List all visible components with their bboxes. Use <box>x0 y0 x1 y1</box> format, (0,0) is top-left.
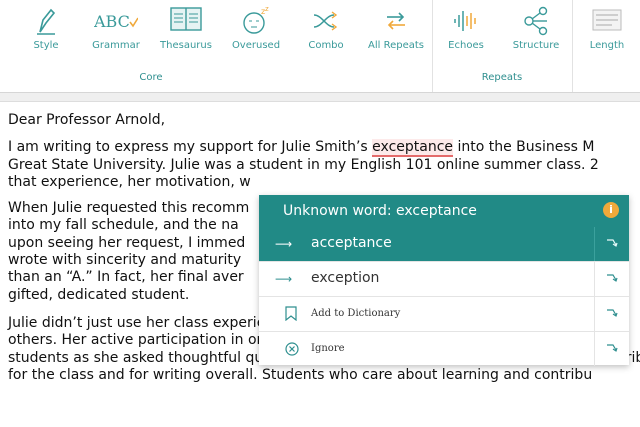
arrow-right-icon: ⟶ <box>275 237 293 251</box>
tool-length-label: Length <box>589 40 625 51</box>
tool-overused[interactable]: zz Overused <box>228 0 284 60</box>
p2-line: than an “A.” In fact, her final aver <box>8 269 244 286</box>
tool-grammar[interactable]: ABC Grammar <box>88 0 144 60</box>
book-icon <box>169 6 203 35</box>
tool-combo[interactable]: Combo <box>298 0 354 60</box>
salutation: Dear Professor Arnold, <box>8 112 166 128</box>
ignore-label: Ignore <box>311 343 345 354</box>
tool-overused-label: Overused <box>231 40 281 51</box>
group-divider <box>432 0 433 92</box>
pencil-icon <box>34 6 58 39</box>
apply-all-button[interactable] <box>594 227 629 261</box>
popup-title: Unknown word: exceptance <box>283 203 477 219</box>
popup-header: Unknown word: exceptance i <box>259 195 629 227</box>
tool-combo-label: Combo <box>308 40 344 51</box>
group-label-core: Core <box>139 72 163 83</box>
replace-arrow-icon <box>607 309 618 317</box>
p1-line1-after: into the Business M <box>453 139 595 156</box>
repeat-icon <box>383 8 409 37</box>
ruler-band <box>0 93 640 102</box>
replace-arrow-icon <box>607 239 618 247</box>
tool-all-repeats-label: All Repeats <box>368 40 424 51</box>
tool-grammar-label: Grammar <box>92 40 140 51</box>
spelling-popup: Unknown word: exceptance i ⟶ acceptance … <box>259 195 629 366</box>
tool-length[interactable]: Length <box>584 0 630 60</box>
suggestion-exception[interactable]: ⟶ exception <box>259 262 629 297</box>
apply-all-button[interactable] <box>594 297 629 331</box>
ruler-icon <box>592 7 622 36</box>
tool-all-repeats[interactable]: All Repeats <box>366 0 426 60</box>
svg-text:ABC: ABC <box>94 12 130 31</box>
tool-structure-label: Structure <box>512 40 560 51</box>
suggestion-acceptance[interactable]: ⟶ acceptance <box>259 227 629 262</box>
p1-line2: Great State University. Julie was a stud… <box>8 156 599 173</box>
suggestion-word: exception <box>311 270 380 286</box>
paragraph-1: I am writing to express my support for J… <box>8 139 640 191</box>
group-divider <box>572 0 573 92</box>
toolbar: Style ABC Grammar Thesaurus zz Overused … <box>0 0 640 93</box>
svg-text:z: z <box>265 6 269 13</box>
abc-check-icon: ABC <box>93 10 139 35</box>
sleepy-face-icon: zz <box>241 5 271 39</box>
p2-line: gifted, dedicated student. <box>8 286 190 303</box>
soundwave-icon <box>452 9 480 36</box>
info-icon[interactable]: i <box>603 202 619 218</box>
close-circle-icon <box>285 341 299 360</box>
structure-icon <box>521 6 551 39</box>
tool-echoes-label: Echoes <box>448 40 484 51</box>
p1-line1-before: I am writing to express my support for J… <box>8 139 373 156</box>
p1-line3: that experience, her motivation, w <box>8 173 251 190</box>
apply-all-button[interactable] <box>594 332 629 366</box>
tool-echoes[interactable]: Echoes <box>438 0 494 60</box>
add-to-dictionary[interactable]: Add to Dictionary <box>259 297 629 332</box>
bookmark-icon <box>285 306 297 325</box>
tool-thesaurus-label: Thesaurus <box>160 40 212 51</box>
misspelled-word[interactable]: exceptance <box>372 139 454 158</box>
group-label-repeats: Repeats <box>481 72 523 83</box>
suggestion-word: acceptance <box>311 235 392 251</box>
p2-line: When Julie requested this recomm <box>8 200 250 217</box>
tool-thesaurus[interactable]: Thesaurus <box>158 0 214 60</box>
replace-arrow-icon <box>607 344 618 352</box>
shuffle-icon <box>312 10 340 35</box>
tool-style[interactable]: Style <box>18 0 74 60</box>
ignore[interactable]: Ignore <box>259 332 629 366</box>
replace-arrow-icon <box>607 274 618 282</box>
add-to-dictionary-label: Add to Dictionary <box>311 308 401 319</box>
arrow-right-icon: ⟶ <box>275 272 293 286</box>
tool-structure[interactable]: Structure <box>508 0 564 60</box>
tool-style-label: Style <box>33 40 59 51</box>
p3-line: for the class and for writing overall. S… <box>8 366 593 383</box>
p2-line: wrote with sincerity and maturity <box>8 252 242 269</box>
p2-line: upon seeing her request, I immed <box>8 234 246 251</box>
p2-line: into my fall schedule, and the na <box>8 217 239 234</box>
apply-all-button[interactable] <box>594 262 629 296</box>
